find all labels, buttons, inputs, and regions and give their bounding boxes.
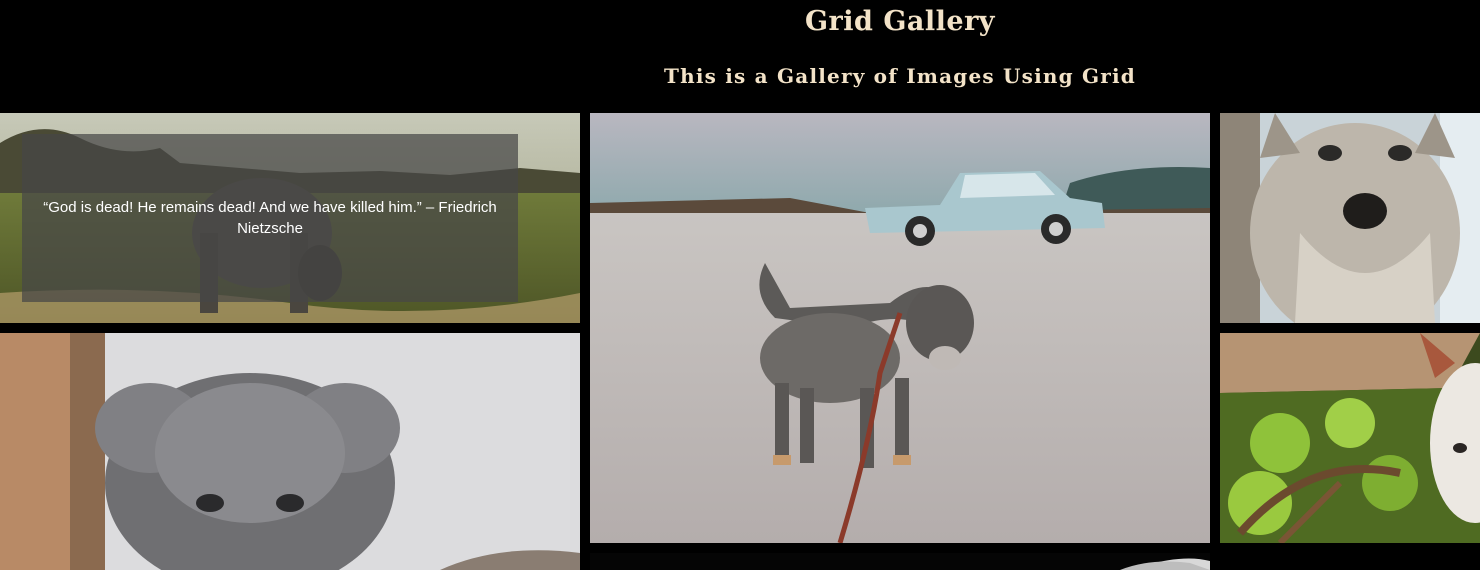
gallery-image-dog-on-beach[interactable] — [590, 113, 1210, 543]
puppy-closeup-photo — [0, 333, 580, 570]
page-subtitle: This is a Gallery of Images Using Grid — [664, 64, 1136, 88]
gallery-image-dog-portrait[interactable] — [1220, 113, 1480, 323]
quote-overlay: “God is dead! He remains dead! And we ha… — [22, 134, 518, 302]
bottom-partial-photo — [590, 553, 1210, 570]
gallery-image-puppy-closeup[interactable] — [0, 333, 580, 570]
page-title: Grid Gallery — [805, 6, 995, 37]
quote-text: “God is dead! He remains dead! And we ha… — [43, 199, 497, 237]
dog-in-plants-photo — [1220, 333, 1480, 543]
gallery-image-dog-in-field[interactable]: “God is dead! He remains dead! And we ha… — [0, 113, 580, 323]
gallery-image-bottom-partial[interactable] — [590, 553, 1210, 570]
page-header: Grid Gallery This is a Gallery of Images… — [0, 0, 1480, 113]
gallery-image-dog-in-plants[interactable] — [1220, 333, 1480, 543]
dog-on-beach-photo — [590, 113, 1210, 543]
dog-portrait-photo — [1220, 113, 1480, 323]
